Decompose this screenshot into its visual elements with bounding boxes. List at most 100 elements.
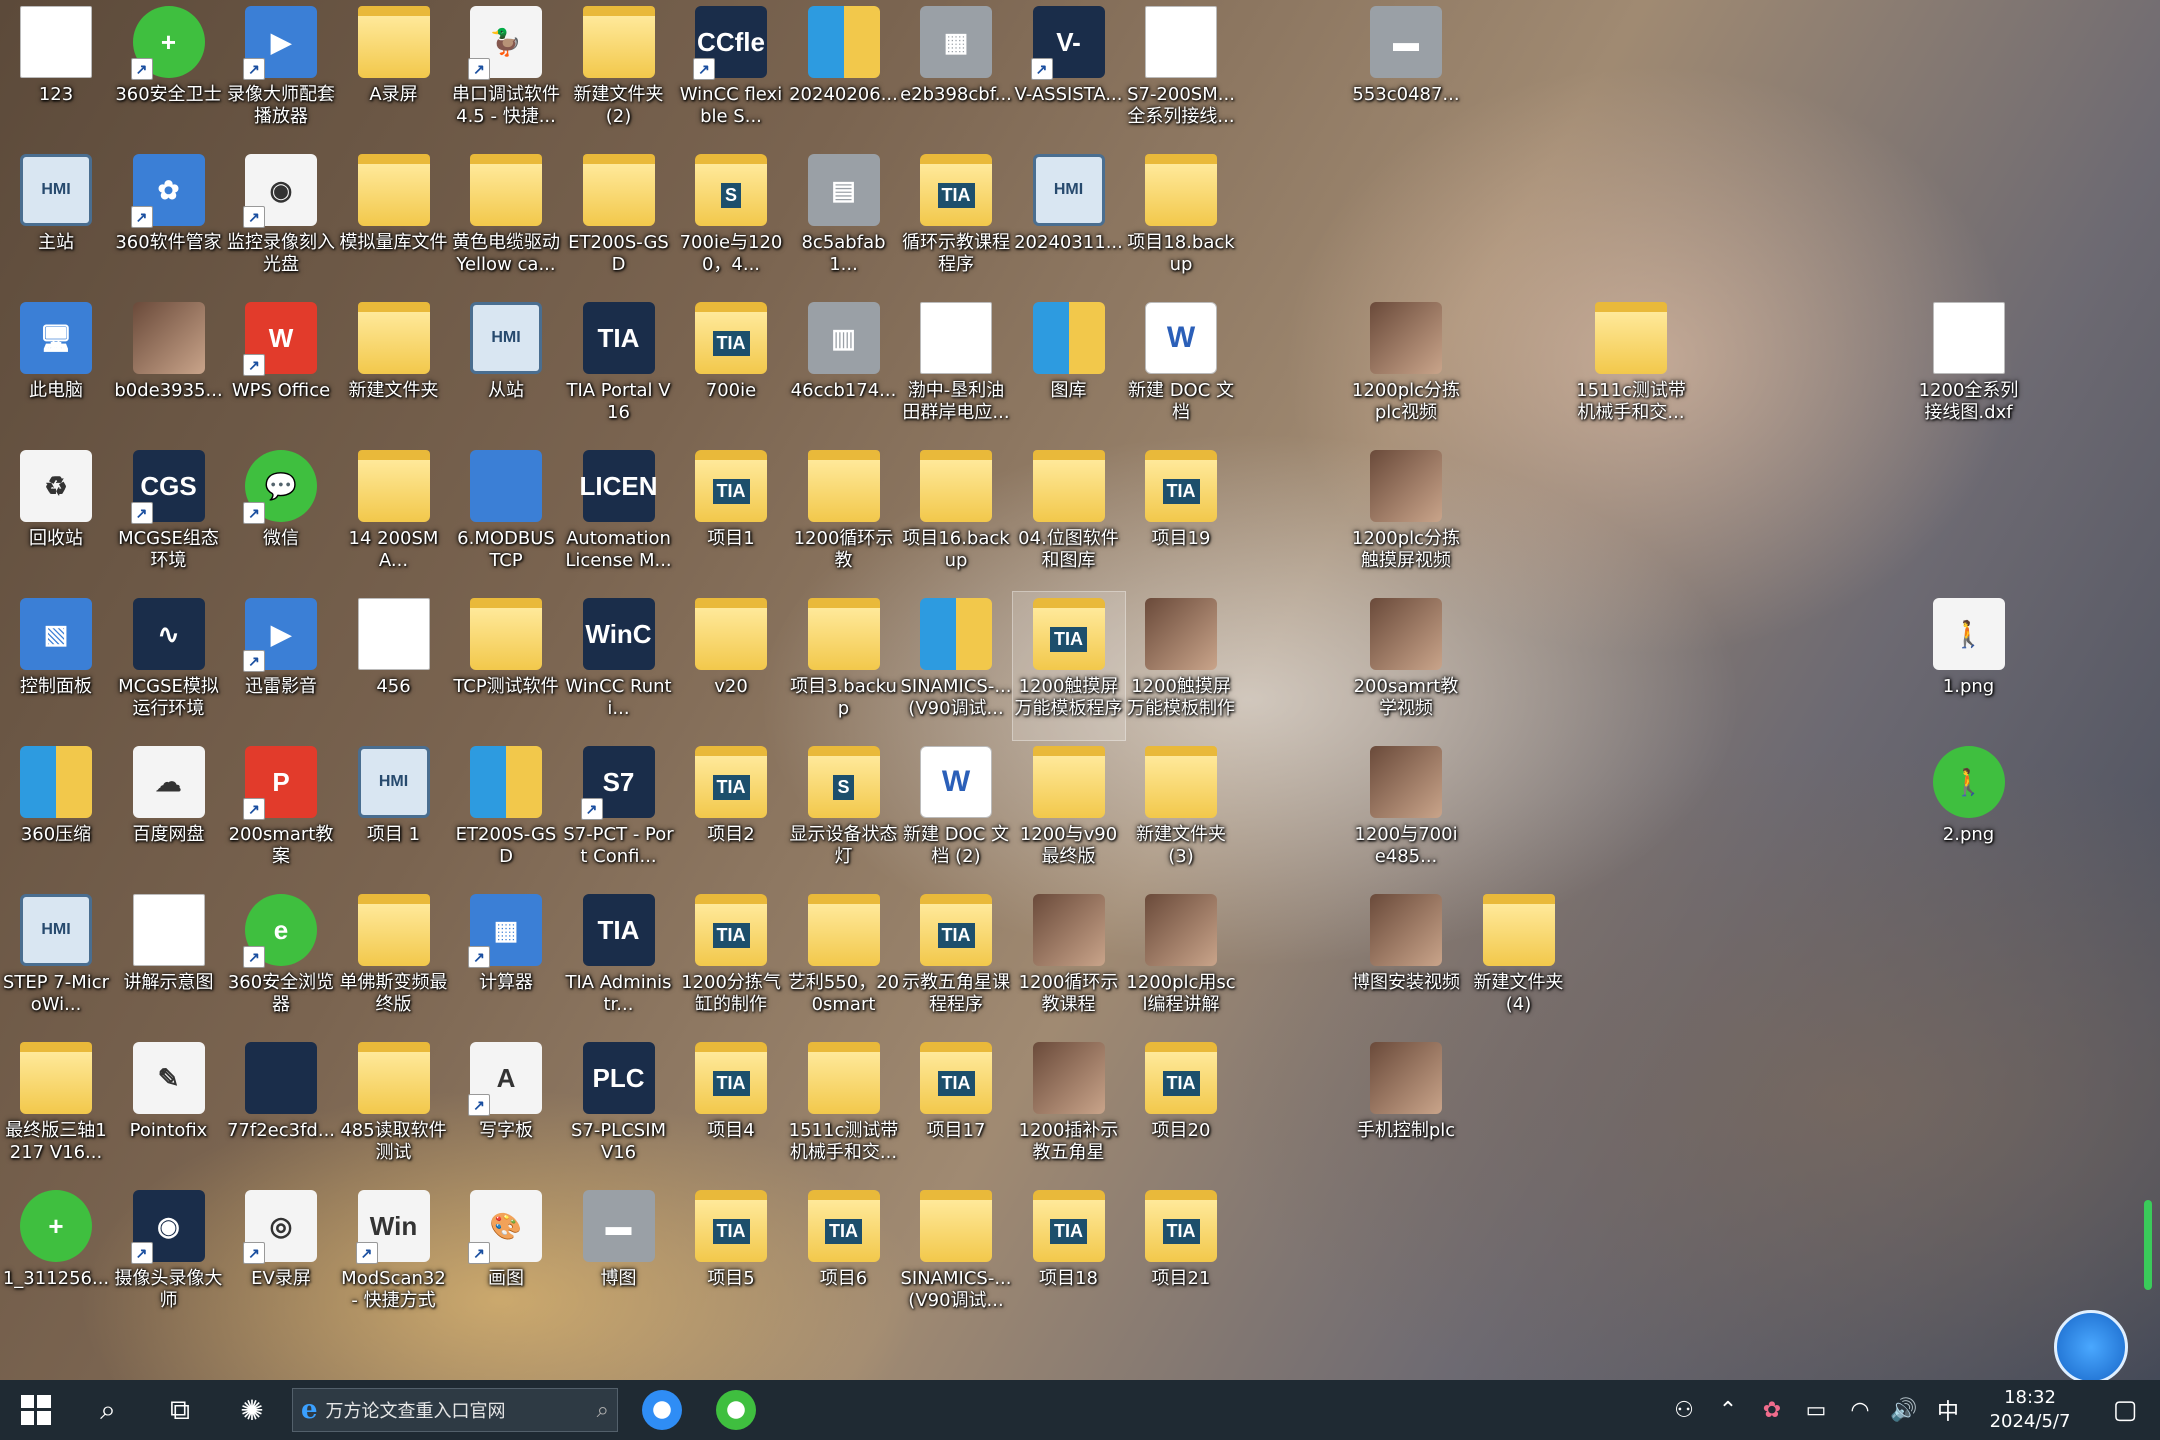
icon-1200-wiring-dxf[interactable]: 1200全系列接线图.dxf [1913,296,2025,444]
icon-loop-demo[interactable]: TIA 循环示教课程程序 [900,148,1012,296]
icon-e2b398cbf[interactable]: ▦ e2b398cbf... [900,0,1012,148]
start-button[interactable] [0,1380,72,1440]
icon-control-panel[interactable]: ▧ 控制面板 [0,592,112,740]
icon-1200-touch-template[interactable]: TIA 1200触摸屏万能模板程序 [1011,591,1126,741]
icon-et200s-gsd[interactable]: ET200S-GSD [563,148,675,296]
icon-14-200sma[interactable]: 14 200SMA... [338,444,450,592]
icon-1200-touch-template-make[interactable]: 1200触摸屏万能模板制作 [1125,592,1237,740]
icon-project6[interactable]: TIA 项目6 [788,1184,900,1332]
icon-485-read-test[interactable]: 485读取软件测试 [338,1036,450,1184]
icon-700ie-1200[interactable]: S 700ie与1200，4... [675,148,787,296]
icon-xunlei[interactable]: ▶ 迅雷影音 [225,592,337,740]
icon-1200plc-scl[interactable]: 1200plc用scl编程讲解 [1125,888,1237,1036]
icon-v20[interactable]: v20 [675,592,787,740]
icon-sinamics-v90-2[interactable]: SINAMICS-...(V90调试... [900,1184,1012,1332]
icon-paint[interactable]: 🎨 画图 [450,1184,562,1332]
icon-recorder-player[interactable]: ▶录像大师配套播放器 [225,0,337,148]
icon-456[interactable]: 456 [338,592,450,740]
icon-et200s-gsd-zip[interactable]: ET200S-GSD [450,740,562,888]
icon-360-manager[interactable]: ✿ 360软件管家 [113,148,225,296]
icon-modbus-tcp[interactable]: 6.MODBUS TCP [450,444,562,592]
icon-1200-v90-final[interactable]: 1200与v90最终版 [1013,740,1125,888]
icon-recycle-bin[interactable]: ♻ 回收站 [0,444,112,592]
icon-1200plc-sort-video[interactable]: 1200plc分拣plc视频 [1350,296,1462,444]
icon-20240206[interactable]: 20240206... [788,0,900,148]
icon-display-status-light[interactable]: S 显示设备状态灯 [788,740,900,888]
icon-project17[interactable]: TIA 项目17 [900,1036,1012,1184]
icon-8c5abfab1[interactable]: ▤ 8c5abfab1... [788,148,900,296]
search-button[interactable]: ⌕ [72,1380,144,1440]
icon-1200-interp-pentagram[interactable]: 1200插补示教五角星 [1013,1036,1125,1184]
icon-yili550[interactable]: 艺利550，200smart [788,888,900,1036]
icon-new-folder-3[interactable]: 新建文件夹(3) [1125,740,1237,888]
icon-s7-pct[interactable]: S7S7-PCT - Port Confi... [563,740,675,888]
icon-new-folder-4[interactable]: 新建文件夹(4) [1463,888,1575,1036]
icon-1200-sort-cylinder[interactable]: TIA 1200分拣气缸的制作 [675,888,787,1036]
icon-b0de3935[interactable]: b0de3935... [113,296,225,444]
icon-1200-loop-course[interactable]: 1200循环示教课程 [1013,888,1125,1036]
icon-wincc-flexible[interactable]: CCfleWinCC flexible S... [675,0,787,148]
icon-1511c-test-2[interactable]: 1511c测试带机械手和交... [788,1036,900,1184]
people-icon[interactable]: ⚇ [1662,1398,1706,1423]
wifi-icon[interactable]: ◠ [1838,1398,1882,1423]
icon-this-pc[interactable]: 🖥 此电脑 [0,296,112,444]
icon-botu[interactable]: ▬ 博图 [563,1184,675,1332]
icon-project5[interactable]: TIA 项目5 [675,1184,787,1332]
icon-calculator[interactable]: ▦ 计算器 [450,888,562,1036]
icon-a-recording[interactable]: A录屏 [338,0,450,148]
icon-lecture-diagram[interactable]: 讲解示意图 [113,888,225,1036]
icon-wechat[interactable]: 💬 微信 [225,444,337,592]
icon-project2[interactable]: TIA 项目2 [675,740,787,888]
icon-1200-loop-demo[interactable]: 1200循环示教 [788,444,900,592]
clock[interactable]: 18:32 2024/5/7 [1970,1386,2090,1434]
icon-360-zip[interactable]: 360压缩 [0,740,112,888]
icon-danfoss-vfd[interactable]: 单佛斯变频最终版 [338,888,450,1036]
icon-simulate-files[interactable]: 模拟量库文件 [338,148,450,296]
icon-step7-microwin[interactable]: HMI STEP 7-MicroWi... [0,888,112,1036]
icon-monitor-burn[interactable]: ◉监控录像刻入光盘 [225,148,337,296]
icon-project4[interactable]: TIA 项目4 [675,1036,787,1184]
icon-04-bitmap[interactable]: 04.位图软件和图库 [1013,444,1125,592]
icon-automation-license[interactable]: LICEN Automation License M... [563,444,675,592]
icon-sinamics-v90[interactable]: SINAMICS-...(V90调试... [900,592,1012,740]
battery-icon[interactable]: ▭ [1794,1398,1838,1423]
icon-1511c-test[interactable]: 1511c测试带机械手和交... [1575,296,1687,444]
icon-mcgse-env[interactable]: CGSMCGSE组态环境 [113,444,225,592]
icon-tia-portal-v16[interactable]: TIA TIA Portal V16 [563,296,675,444]
icon-camera-master[interactable]: ◉摄像头录像大师 [113,1184,225,1332]
desktop[interactable]: 123+360安全卫士▶录像大师配套播放器A录屏🦆串口调试软件4.5 - 快捷.… [0,0,2160,1380]
icon-project20[interactable]: TIA 项目20 [1125,1036,1237,1184]
icon-project-1[interactable]: HMI 项目 1 [338,740,450,888]
icon-s7-plcsim[interactable]: PLC S7-PLCSIM V16 [563,1036,675,1184]
icon-700ie[interactable]: TIA 700ie [675,296,787,444]
icon-phone-control-plc[interactable]: 手机控制plc [1350,1036,1462,1184]
icon-botu-install-video[interactable]: 博图安装视频 [1350,888,1462,1036]
icon-slave[interactable]: HMI 从站 [450,296,562,444]
icon-pointofix[interactable]: ✎ Pointofix [113,1036,225,1184]
icon-360-browser[interactable]: e360安全浏览器 [225,888,337,1036]
icon-project18-backup[interactable]: 项目18.backup [1125,148,1237,296]
icon-2png[interactable]: 🚶 2.png [1913,740,2025,888]
icon-46ccb174[interactable]: ▥ 46ccb174... [788,296,900,444]
icon-553c0487[interactable]: ▬ 553c0487... [1350,0,1462,148]
icon-teach-pentagram[interactable]: TIA 示教五角星课程程序 [900,888,1012,1036]
icon-master[interactable]: HMI 主站 [0,148,112,296]
icon-bohai-oil[interactable]: 渤中-垦利油田群岸电应... [900,296,1012,444]
icon-123[interactable]: 123 [0,0,112,148]
icon-wps-office[interactable]: W WPS Office [225,296,337,444]
volume-icon[interactable]: 🔊 [1882,1398,1926,1423]
widgets-button[interactable]: ✺ [216,1380,288,1440]
taskbar-app-xunlei[interactable] [632,1380,692,1440]
icon-wincc-runtime[interactable]: WinC WinCC Runti... [563,592,675,740]
icon-new-doc[interactable]: W 新建 DOC 文档 [1125,296,1237,444]
icon-project18[interactable]: TIA 项目18 [1013,1184,1125,1332]
task-view-button[interactable]: ⧉ [144,1380,216,1440]
icon-77f2ec3fd[interactable]: 77f2ec3fd... [225,1036,337,1184]
icon-360-safe[interactable]: +360安全卫士 [113,0,225,148]
icon-mcgse-sim[interactable]: ∿ MCGSE模拟运行环境 [113,592,225,740]
icon-modscan32[interactable]: WinModScan32 - 快捷方式 [338,1184,450,1332]
chevron-up-icon[interactable]: ⌃ [1706,1398,1750,1423]
icon-final-3axis[interactable]: 最终版三轴1217 V16... [0,1036,112,1184]
icon-project19[interactable]: TIA 项目19 [1125,444,1237,592]
icon-new-folder-2[interactable]: 新建文件夹(2) [563,0,675,148]
